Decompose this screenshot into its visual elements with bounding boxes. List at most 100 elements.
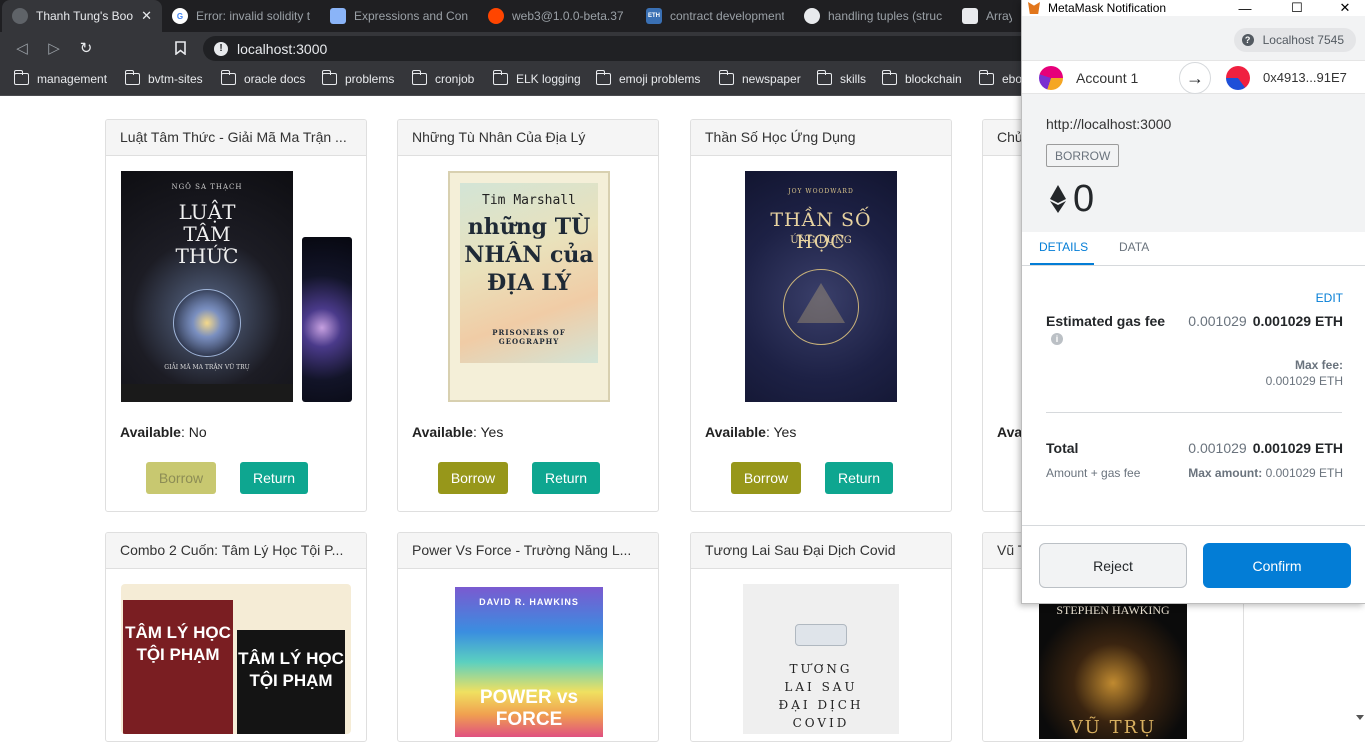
book-cover: NGÔ SA THẠCH LUẬT TÂM THỨC GIẢI MÃ MA TR… (121, 171, 293, 402)
reload-icon[interactable]: ↻ (76, 38, 96, 58)
tab-title: Error: invalid solidity ty (196, 9, 310, 23)
bookmark-label: bvtm-sites (148, 72, 203, 86)
book-cover: Tim Marshall những TÙ NHÂN của ĐỊA LÝ PR… (448, 171, 610, 402)
tab[interactable]: web3@1.0.0-beta.37 s (478, 0, 636, 32)
borrow-button[interactable]: Borrow (146, 462, 216, 494)
borrow-button[interactable]: Borrow (438, 462, 508, 494)
folder-icon (718, 70, 734, 85)
divider (1046, 412, 1342, 413)
reject-button[interactable]: Reject (1039, 543, 1187, 588)
tab[interactable]: G Error: invalid solidity ty (162, 0, 320, 32)
book-card: Combo 2 Cuốn: Tâm Lý Học Tội P... TÂM LÝ… (105, 532, 367, 742)
availability-value: Yes (480, 424, 504, 440)
return-button[interactable]: Return (825, 462, 893, 494)
tab-data[interactable]: DATA (1119, 240, 1149, 254)
bookmark-label: oracle docs (244, 72, 306, 86)
book-title: Luật Tâm Thức - Giải Mã Ma Trận ... (106, 120, 366, 156)
forward-icon[interactable]: ▷ (44, 38, 64, 58)
gas-fee-secondary: 0.001029 (1188, 313, 1247, 329)
footer-divider (1022, 525, 1365, 526)
docs-icon (330, 8, 346, 24)
scroll-down-icon[interactable] (1356, 715, 1364, 720)
cover-title: POWER vs FORCE (479, 687, 579, 730)
method-badge: BORROW (1046, 144, 1120, 167)
tab-title: contract development (670, 9, 784, 23)
info-icon[interactable]: i (1051, 333, 1063, 345)
tab[interactable]: Array.p (952, 0, 1022, 32)
cover-title: THẦN SỐ HỌC (770, 209, 872, 253)
gas-fee-primary: 0.001029 ETH (1252, 313, 1343, 329)
bookmark-folder[interactable]: oracle docs (220, 70, 306, 86)
bookmark-folder[interactable]: newspaper (718, 70, 801, 86)
book-card: Luật Tâm Thức - Giải Mã Ma Trận ... NGÔ … (105, 119, 367, 512)
tab-title: handling tuples (struct (828, 9, 942, 23)
tab[interactable]: Expressions and Contr (320, 0, 478, 32)
window-title: MetaMask Notification (1048, 1, 1167, 15)
url-text[interactable]: localhost:3000 (237, 41, 327, 57)
return-button[interactable]: Return (240, 462, 308, 494)
mdn-icon (962, 8, 978, 24)
cover-book-1: TÂM LÝ HỌC TỘI PHẠM (123, 600, 233, 734)
ethereum-icon (1050, 185, 1066, 213)
cover-subtitle: PRISONERS OF GEOGRAPHY (492, 328, 566, 346)
bookmark-folder[interactable]: cronjob (411, 70, 474, 86)
book-title: Thần Số Học Ứng Dụng (691, 120, 951, 156)
bookmark-label: ebo (1002, 72, 1023, 86)
address-bar[interactable]: ! localhost:3000 (203, 36, 1083, 61)
cover-author: DAVID R. HAWKINS (479, 597, 579, 607)
bookmark-folder[interactable]: management (13, 70, 108, 86)
cover-title: LUẬT TÂM THỨC (175, 200, 239, 268)
bookmark-folder[interactable]: blockchain (881, 70, 962, 86)
network-indicator[interactable]: ? Localhost 7545 (1233, 28, 1356, 52)
minimize-icon[interactable]: — (1230, 0, 1260, 16)
bookmark-label: newspaper (742, 72, 801, 86)
maximize-icon[interactable]: ☐ (1282, 0, 1312, 16)
network-help-icon: ? (1241, 34, 1254, 46)
close-icon[interactable]: ✕ (141, 8, 152, 24)
cover-footer (121, 384, 293, 402)
account-name[interactable]: Account 1 (1076, 70, 1138, 86)
cover-subtitle: ỨNG DỤNG (790, 235, 852, 246)
bookmark-label: management (37, 72, 108, 86)
arrow-right-icon: → (1179, 62, 1211, 94)
bookmark-folder[interactable]: emoji problems (595, 70, 700, 86)
bookmark-folder[interactable]: problems (321, 70, 394, 86)
site-info-icon[interactable]: ! (214, 41, 228, 56)
recipient-address[interactable]: 0x4913...91E7 (1263, 70, 1347, 85)
metamask-window: MetaMask Notification — ☐ ✕ ? Localhost … (1021, 0, 1365, 604)
page-scrollbar[interactable] (1355, 707, 1365, 727)
close-icon[interactable]: ✕ (1330, 0, 1360, 16)
cover-author: Tim Marshall (482, 193, 576, 208)
cover-book-2: TÂM LÝ HỌC TỘI PHẠM (237, 630, 345, 734)
bookmark-folder[interactable]: bvtm-sites (124, 70, 203, 86)
bookmark-folder[interactable]: ebo (978, 70, 1023, 86)
tab[interactable]: ETH contract development (636, 0, 794, 32)
book-title: Những Tù Nhân Của Địa Lý (398, 120, 658, 156)
bookmark-folder[interactable]: ELK logging (492, 70, 581, 86)
book-title: Combo 2 Cuốn: Tâm Lý Học Tội P... (106, 533, 366, 569)
tab-active[interactable]: Thanh Tung's Book ✕ (2, 0, 162, 32)
bookmark-icon[interactable] (170, 38, 190, 58)
borrow-button[interactable]: Borrow (731, 462, 801, 494)
tab-details[interactable]: DETAILS (1039, 240, 1088, 254)
bookmark-label: ELK logging (516, 72, 581, 86)
gas-fee-label: Estimated gas fee (1046, 313, 1166, 329)
bookmark-label: blockchain (905, 72, 962, 86)
tab-title: web3@1.0.0-beta.37 s (512, 9, 626, 23)
back-icon[interactable]: ◁ (12, 38, 32, 58)
cover-title: VŨ TRỤ (1069, 717, 1157, 738)
folder-icon (816, 70, 832, 85)
tab-title: Thanh Tung's Book (36, 9, 134, 23)
availability: Available: No (120, 424, 207, 440)
reddit-icon (488, 8, 504, 24)
bookmark-folder[interactable]: skills (816, 70, 866, 86)
confirm-button[interactable]: Confirm (1203, 543, 1351, 588)
edit-gas-link[interactable]: EDIT (1316, 291, 1343, 305)
return-button[interactable]: Return (532, 462, 600, 494)
network-name: Localhost 7545 (1262, 33, 1344, 47)
availability: Available: Yes (412, 424, 504, 440)
availability-value: Yes (773, 424, 797, 440)
folder-icon (220, 70, 236, 85)
bookmark-cover (302, 237, 352, 402)
tab[interactable]: handling tuples (struct (794, 0, 952, 32)
